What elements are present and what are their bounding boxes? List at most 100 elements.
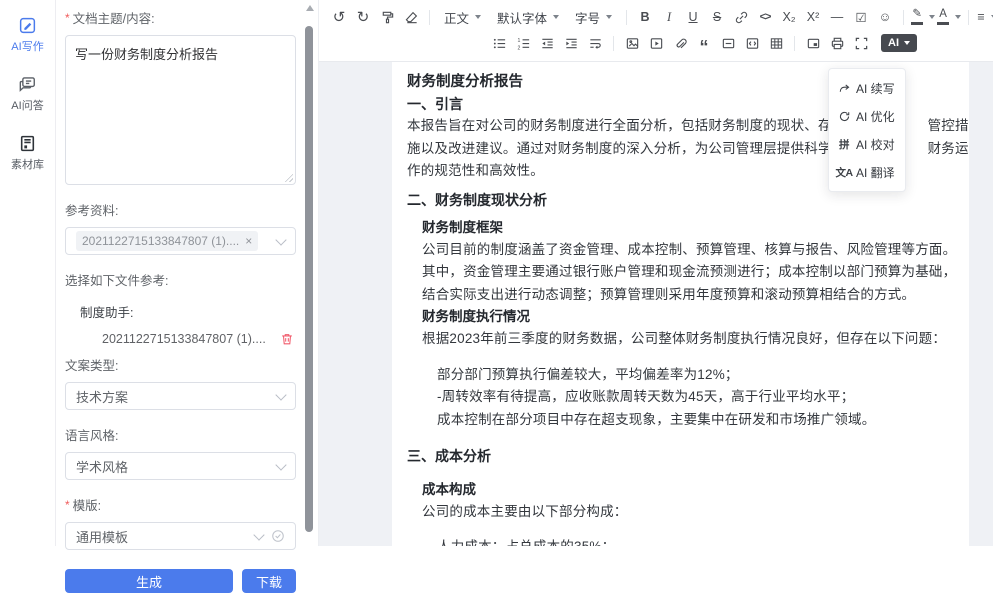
generate-button[interactable]: 生成 bbox=[65, 569, 233, 593]
template-value: 通用模板 bbox=[76, 527, 128, 546]
fullscreen-icon[interactable] bbox=[849, 31, 873, 55]
sidebar-item-ai-qa[interactable]: AI问答 bbox=[11, 75, 43, 113]
caret-down-icon bbox=[553, 15, 559, 19]
ai-proofread-icon: 拼 bbox=[837, 137, 851, 152]
sidebar-item-label: AI写作 bbox=[11, 38, 43, 54]
outdent-icon[interactable] bbox=[535, 31, 559, 55]
paragraph-style-select[interactable]: 正文 bbox=[444, 8, 481, 27]
form-scrollbar[interactable] bbox=[303, 0, 316, 546]
sidebar-item-label: AI问答 bbox=[11, 97, 43, 113]
font-color-icon[interactable]: A bbox=[936, 5, 962, 29]
scroll-up-arrow-icon[interactable] bbox=[306, 5, 314, 11]
reference-select[interactable]: 2021122715133847807 (1).... × bbox=[65, 227, 296, 255]
chevron-down-icon bbox=[275, 389, 286, 400]
toolbar-divider bbox=[429, 10, 430, 25]
page-preview-icon[interactable] bbox=[801, 31, 825, 55]
svg-text:1: 1 bbox=[517, 37, 520, 43]
file-section-label: 选择如下文件参考: bbox=[65, 270, 296, 289]
underline-icon[interactable]: U bbox=[681, 5, 705, 29]
language-style-select[interactable]: 学术风格 bbox=[65, 452, 296, 480]
scrollbar-thumb[interactable] bbox=[305, 26, 313, 532]
toolbar-divider bbox=[613, 36, 614, 51]
editor-toolbar: ↺↻ 正文 默认字体字号 BIUS <>X₂X²—☑☺ ✎A ≡ 12 “ AI bbox=[319, 0, 993, 62]
sidebar-item-label: 素材库 bbox=[11, 156, 44, 172]
italic-icon[interactable]: I bbox=[657, 5, 681, 29]
resize-handle[interactable] bbox=[284, 173, 293, 182]
menu-item-ai-continue[interactable]: AI 续写 bbox=[829, 74, 905, 102]
sidebar-item-material-library[interactable]: 素材库 bbox=[11, 134, 44, 172]
doc-line: 公司目前的制度涵盖了资金管理、成本控制、预算管理、核算与报告、风险管理等方面。 bbox=[407, 239, 954, 262]
reference-tag: 2021122715133847807 (1).... × bbox=[76, 231, 258, 251]
topic-textarea[interactable]: 写一份财务制度分析报告 bbox=[65, 35, 296, 185]
undo-icon[interactable]: ↺ bbox=[327, 5, 351, 29]
menu-item-ai-proofread[interactable]: 拼 AI 校对 bbox=[829, 130, 905, 158]
chevron-down-icon bbox=[275, 234, 286, 245]
table-icon[interactable] bbox=[764, 31, 788, 55]
format-painter-icon[interactable] bbox=[375, 5, 399, 29]
ai-qa-icon bbox=[18, 75, 37, 94]
menu-item-ai-optimize[interactable]: AI 优化 bbox=[829, 102, 905, 130]
delete-file-icon[interactable] bbox=[280, 332, 294, 346]
menu-item-ai-translate[interactable]: 文AAI 翻译 bbox=[829, 158, 905, 186]
material-library-icon bbox=[18, 134, 37, 153]
doc-type-label: 文案类型: bbox=[65, 355, 296, 374]
menu-item-label: AI 优化 bbox=[856, 108, 895, 125]
doc-line: 公司的成本主要由以下部分构成： bbox=[407, 501, 954, 524]
emoji-icon[interactable]: ☺ bbox=[873, 5, 897, 29]
sidebar-item-ai-writing[interactable]: AI写作 bbox=[11, 16, 43, 54]
color-bar bbox=[937, 22, 949, 25]
chevron-down-icon bbox=[275, 459, 286, 470]
sidebar: AI写作 AI问答素材库 bbox=[0, 0, 56, 546]
highlight-color-icon[interactable]: ✎ bbox=[910, 5, 936, 29]
download-button[interactable]: 下载 bbox=[242, 569, 296, 593]
ai-optimize-icon bbox=[837, 110, 851, 123]
toolbar-divider bbox=[626, 10, 627, 25]
link-icon[interactable] bbox=[729, 5, 753, 29]
paragraph-style-select-label: 正文 bbox=[444, 8, 469, 27]
superscript-icon[interactable]: X² bbox=[801, 5, 825, 29]
video-icon[interactable] bbox=[644, 31, 668, 55]
eraser-icon[interactable] bbox=[399, 5, 423, 29]
redo-icon[interactable]: ↻ bbox=[351, 5, 375, 29]
attachment-icon[interactable] bbox=[668, 31, 692, 55]
doc-line: 根据2023年前三季度的财务数据，公司整体财务制度执行情况良好，但存在以下问题： bbox=[407, 328, 954, 351]
code-block-icon[interactable] bbox=[740, 31, 764, 55]
ai-writing-icon bbox=[18, 16, 37, 35]
doc-line: 部分部门预算执行偏差较大，平均偏差率为12%； bbox=[407, 364, 954, 387]
menu-item-label: AI 校对 bbox=[856, 136, 895, 153]
font-size-select[interactable]: 字号 bbox=[575, 8, 612, 27]
ai-menu-button[interactable]: AI bbox=[881, 34, 917, 52]
tag-close-icon[interactable]: × bbox=[245, 235, 252, 247]
bold-icon[interactable]: B bbox=[633, 5, 657, 29]
bullet-list-icon[interactable] bbox=[487, 31, 511, 55]
file-group-label: 制度助手: bbox=[80, 302, 296, 321]
toolbar-row-1: ↺↻正文默认字体字号BIUS<>X₂X²—☑☺✎A≡ bbox=[327, 4, 985, 30]
horizontal-rule-icon[interactable]: — bbox=[825, 5, 849, 29]
toolbar-divider bbox=[794, 36, 795, 51]
doc-line: 结合实际支出进行动态调整；预算管理则采用年度预算和滚动预算相结合的方式。 bbox=[407, 284, 954, 307]
image-icon[interactable] bbox=[620, 31, 644, 55]
toolbar-row-2: 12 “ AI bbox=[327, 30, 985, 56]
ai-dropdown-menu: AI 续写 AI 优化拼 AI 校对文AAI 翻译 bbox=[828, 68, 906, 192]
align-icon[interactable]: ≡ bbox=[975, 5, 993, 29]
required-asterisk: * bbox=[65, 499, 70, 511]
divider-block-icon[interactable] bbox=[716, 31, 740, 55]
inline-code-icon[interactable]: <> bbox=[753, 5, 777, 29]
text-wrap-icon[interactable] bbox=[583, 31, 607, 55]
subscript-icon[interactable]: X₂ bbox=[777, 5, 801, 29]
strikethrough-icon[interactable]: S bbox=[705, 5, 729, 29]
font-family-select[interactable]: 默认字体 bbox=[497, 8, 559, 27]
file-name: 2021122715133847807 (1).... bbox=[102, 332, 266, 346]
toolbar-divider bbox=[968, 10, 969, 25]
toolbar-divider bbox=[903, 10, 904, 25]
indent-icon[interactable] bbox=[559, 31, 583, 55]
doc-type-select[interactable]: 技术方案 bbox=[65, 382, 296, 410]
color-bar bbox=[911, 22, 923, 25]
doc-line: 人力成本：占总成本的35%； bbox=[407, 536, 954, 547]
caret-down-icon bbox=[475, 15, 481, 19]
required-asterisk: * bbox=[65, 12, 70, 24]
blockquote-icon[interactable]: “ bbox=[692, 27, 716, 59]
print-icon[interactable] bbox=[825, 31, 849, 55]
task-list-icon[interactable]: ☑ bbox=[849, 5, 873, 29]
ordered-list-icon[interactable]: 12 bbox=[511, 31, 535, 55]
